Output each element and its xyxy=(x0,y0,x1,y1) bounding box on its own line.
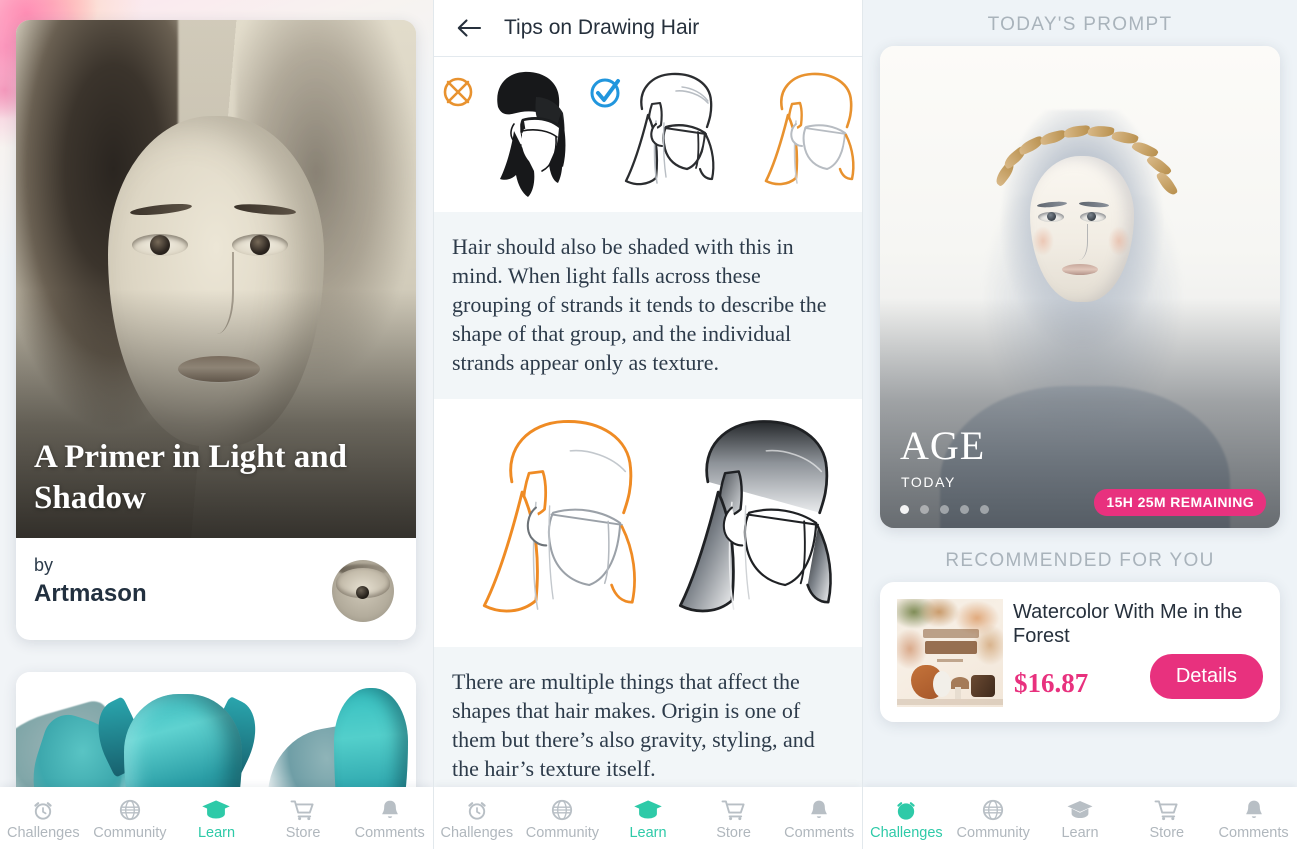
hair-outline-vs-shaded-diagram-icon xyxy=(434,399,862,648)
carousel-dot[interactable] xyxy=(960,505,969,514)
nav-item-challenges[interactable]: Challenges xyxy=(0,796,87,841)
back-arrow-icon[interactable] xyxy=(452,11,486,45)
avatar[interactable] xyxy=(332,560,394,622)
left-bottom-nav: Challenges Community Learn Store Comment… xyxy=(0,787,433,849)
left-panel-scroll[interactable]: A Primer in Light and Shadow by Artmason xyxy=(0,0,433,849)
left-panel: A Primer in Light and Shadow by Artmason xyxy=(0,0,433,849)
nav-label: Comments xyxy=(354,824,425,841)
right-panel: TODAY'S PROMPT AGE TODAY 15H 25M REMAINI… xyxy=(863,0,1297,849)
alarm-clock-icon xyxy=(31,796,55,822)
hair-comparison-three-heads-diagram-icon xyxy=(434,57,862,212)
nav-label: Store xyxy=(285,824,321,841)
nav-label: Store xyxy=(1149,824,1185,841)
nav-item-community[interactable]: Community xyxy=(520,796,606,841)
nav-item-comments[interactable]: Comments xyxy=(346,796,433,841)
nav-label: Challenges xyxy=(870,824,943,841)
nav-label: Community xyxy=(93,824,167,841)
nav-item-comments[interactable]: Comments xyxy=(776,796,862,841)
recommended-title: Watercolor With Me in the Forest xyxy=(1013,601,1243,648)
recommended-card[interactable]: Watercolor With Me in the Forest $16.87 … xyxy=(880,582,1280,722)
watercolor-forest-book-cover-icon xyxy=(897,599,1003,707)
nav-item-comments[interactable]: Comments xyxy=(1210,796,1297,841)
prompt-word: AGE xyxy=(900,423,986,468)
nav-item-store[interactable]: Store xyxy=(691,796,777,841)
nav-item-challenges[interactable]: Challenges xyxy=(863,796,950,841)
bell-icon xyxy=(807,796,831,822)
bell-icon xyxy=(1242,796,1266,822)
graduation-cap-icon xyxy=(634,796,662,822)
nav-label: Comments xyxy=(784,824,855,841)
graduation-cap-icon xyxy=(1066,796,1094,822)
bell-icon xyxy=(378,796,402,822)
carousel-dot[interactable] xyxy=(980,505,989,514)
recommended-heading: RECOMMENDED FOR YOU xyxy=(945,550,1215,571)
course-title: A Primer in Light and Shadow xyxy=(34,438,347,517)
todays-prompt-card[interactable]: AGE TODAY 15H 25M REMAINING xyxy=(880,46,1280,528)
course-hero-image: A Primer in Light and Shadow xyxy=(16,20,416,538)
middle-bottom-nav: Challenges Community Learn Store Comment… xyxy=(434,787,862,849)
middle-panel: Tips on Drawing Hair Hair should also be… xyxy=(433,0,863,849)
nav-item-store[interactable]: Store xyxy=(1123,796,1210,841)
prompt-subtitle: TODAY xyxy=(901,474,956,490)
shopping-cart-icon xyxy=(290,796,316,822)
globe-icon xyxy=(118,796,142,822)
recommended-price: $16.87 xyxy=(1014,668,1089,698)
lesson-paragraph-2: There are multiple things that affect th… xyxy=(452,669,815,782)
time-remaining-badge: 15H 25M REMAINING xyxy=(1094,489,1266,516)
nav-item-challenges[interactable]: Challenges xyxy=(434,796,520,841)
carousel-dot[interactable] xyxy=(920,505,929,514)
nav-item-learn[interactable]: Learn xyxy=(1037,796,1124,841)
alarm-clock-icon xyxy=(465,796,489,822)
carousel-dots[interactable] xyxy=(900,505,989,514)
carousel-dot[interactable] xyxy=(940,505,949,514)
nav-label: Store xyxy=(716,824,751,841)
globe-icon xyxy=(550,796,574,822)
lesson-paragraph-1: Hair should also be shaded with this in … xyxy=(452,234,827,376)
graduation-cap-icon xyxy=(202,796,231,822)
lesson-body[interactable]: Hair should also be shaded with this in … xyxy=(434,57,862,849)
lesson-title: Tips on Drawing Hair xyxy=(504,16,700,39)
course-card-footer: by Artmason xyxy=(16,538,416,640)
alarm-clock-icon xyxy=(894,796,918,822)
course-card[interactable]: A Primer in Light and Shadow by Artmason xyxy=(16,20,416,640)
shopping-cart-icon xyxy=(1154,796,1180,822)
nav-label: Learn xyxy=(629,824,667,841)
nav-label: Community xyxy=(956,824,1030,841)
lesson-header: Tips on Drawing Hair xyxy=(434,0,862,57)
nav-label: Learn xyxy=(197,824,236,841)
nav-label: Community xyxy=(525,824,600,841)
globe-icon xyxy=(981,796,1005,822)
todays-prompt-heading: TODAY'S PROMPT xyxy=(987,14,1173,35)
app-root: A Primer in Light and Shadow by Artmason xyxy=(0,0,1297,849)
nav-label: Challenges xyxy=(440,824,514,841)
nav-item-community[interactable]: Community xyxy=(950,796,1037,841)
shopping-cart-icon xyxy=(721,796,747,822)
nav-item-store[interactable]: Store xyxy=(260,796,347,841)
nav-item-learn[interactable]: Learn xyxy=(605,796,691,841)
nav-label: Challenges xyxy=(7,824,80,841)
nav-item-community[interactable]: Community xyxy=(87,796,174,841)
carousel-dot[interactable] xyxy=(900,505,909,514)
nav-label: Learn xyxy=(1061,824,1099,841)
nav-item-learn[interactable]: Learn xyxy=(173,796,260,841)
right-bottom-nav: Challenges Community Learn Store Comment… xyxy=(863,787,1297,849)
nav-label: Comments xyxy=(1218,824,1289,841)
details-button[interactable]: Details xyxy=(1149,654,1263,699)
